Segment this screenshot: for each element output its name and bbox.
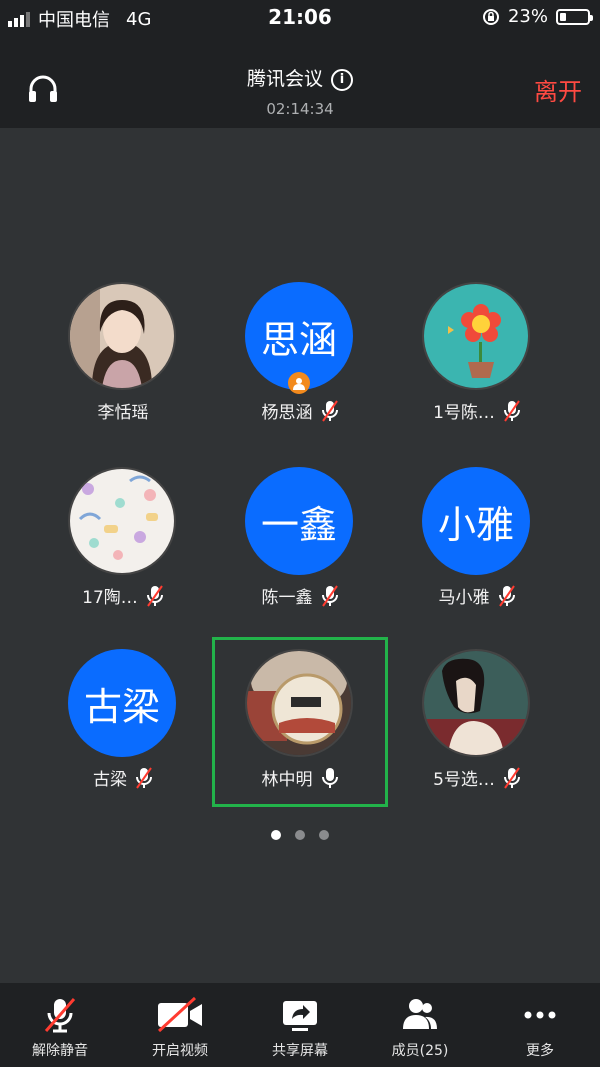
page-dot[interactable] bbox=[319, 830, 329, 840]
participant-tile[interactable]: 17陶… bbox=[35, 455, 211, 625]
members-label: 成员(25) bbox=[391, 1043, 449, 1059]
page-dot[interactable] bbox=[295, 830, 305, 840]
avatar: 小雅 bbox=[422, 467, 530, 575]
participant-name: 李恬瑶 bbox=[97, 403, 149, 423]
participant-name: 17陶… bbox=[82, 588, 138, 608]
participant-grid: 李恬瑶 思涵 杨思涵 1号陈… 17陶… 一鑫 陈一鑫 小雅 马小雅 古梁 古梁 林中明 5号选… bbox=[0, 0, 600, 840]
video-off-icon bbox=[157, 996, 202, 1033]
mic-muted-icon bbox=[136, 766, 152, 789]
mic-muted-icon bbox=[498, 584, 515, 607]
avatar bbox=[422, 649, 530, 757]
participant-name-row: 古梁 bbox=[35, 765, 211, 790]
bottom-toolbar: 解除静音 开启视频 共享屏幕 成员(25) 更多 bbox=[0, 983, 600, 1067]
avatar bbox=[68, 282, 176, 390]
participant-name: 5号选… bbox=[433, 770, 495, 790]
mic-on-icon bbox=[321, 767, 338, 788]
mic-muted-icon bbox=[321, 584, 338, 607]
avatar bbox=[245, 649, 353, 757]
participant-tile[interactable]: 一鑫陈一鑫 bbox=[212, 455, 388, 625]
participant-name-row: 林中明 bbox=[215, 765, 385, 790]
more-button[interactable]: 更多 bbox=[480, 983, 600, 1067]
participant-name-row: 17陶… bbox=[35, 583, 211, 608]
share-screen-icon bbox=[283, 1001, 317, 1031]
more-icon bbox=[524, 1011, 556, 1019]
unmute-button[interactable]: 解除静音 bbox=[0, 983, 120, 1067]
participant-name-row: 杨思涵 bbox=[212, 398, 388, 423]
participant-tile[interactable]: 1号陈… bbox=[389, 270, 565, 440]
participant-tile[interactable]: 5号选… bbox=[389, 637, 565, 807]
participant-tile[interactable]: 林中明 bbox=[212, 637, 388, 807]
unmute-label: 解除静音 bbox=[32, 1043, 88, 1059]
mic-muted-icon bbox=[503, 766, 520, 789]
participant-name: 古梁 bbox=[93, 770, 127, 790]
share-screen-label: 共享屏幕 bbox=[272, 1043, 328, 1059]
page-indicator[interactable] bbox=[0, 830, 600, 840]
participant-tile[interactable]: 思涵 杨思涵 bbox=[212, 270, 388, 440]
avatar bbox=[68, 467, 176, 575]
mic-muted-icon bbox=[146, 584, 163, 607]
start-video-label: 开启视频 bbox=[152, 1043, 208, 1059]
participant-name-row: 5号选… bbox=[389, 765, 565, 790]
members-icon bbox=[403, 999, 437, 1029]
participant-name-row: 马小雅 bbox=[389, 583, 565, 608]
avatar bbox=[422, 282, 530, 390]
participant-name: 林中明 bbox=[261, 770, 313, 790]
participant-tile[interactable]: 李恬瑶 bbox=[35, 270, 211, 440]
participant-tile[interactable]: 小雅马小雅 bbox=[389, 455, 565, 625]
mic-muted-icon bbox=[44, 998, 76, 1033]
participant-name: 陈一鑫 bbox=[261, 588, 313, 608]
members-button[interactable]: 成员(25) bbox=[360, 983, 480, 1067]
participant-name: 杨思涵 bbox=[261, 403, 313, 423]
mic-muted-icon bbox=[321, 399, 338, 422]
more-label: 更多 bbox=[526, 1043, 554, 1059]
participant-name-row: 1号陈… bbox=[389, 398, 565, 423]
participant-name: 1号陈… bbox=[433, 403, 495, 423]
avatar: 一鑫 bbox=[245, 467, 353, 575]
participant-tile[interactable]: 古梁 古梁 bbox=[35, 637, 211, 807]
avatar: 古梁 bbox=[68, 649, 176, 757]
participant-name: 马小雅 bbox=[438, 588, 490, 608]
page-dot[interactable] bbox=[271, 830, 281, 840]
mic-muted-icon bbox=[503, 399, 520, 422]
host-badge-icon bbox=[288, 372, 310, 394]
participant-name-row: 李恬瑶 bbox=[35, 398, 211, 423]
participant-name-row: 陈一鑫 bbox=[212, 583, 388, 608]
start-video-button[interactable]: 开启视频 bbox=[120, 983, 240, 1067]
share-screen-button[interactable]: 共享屏幕 bbox=[240, 983, 360, 1067]
